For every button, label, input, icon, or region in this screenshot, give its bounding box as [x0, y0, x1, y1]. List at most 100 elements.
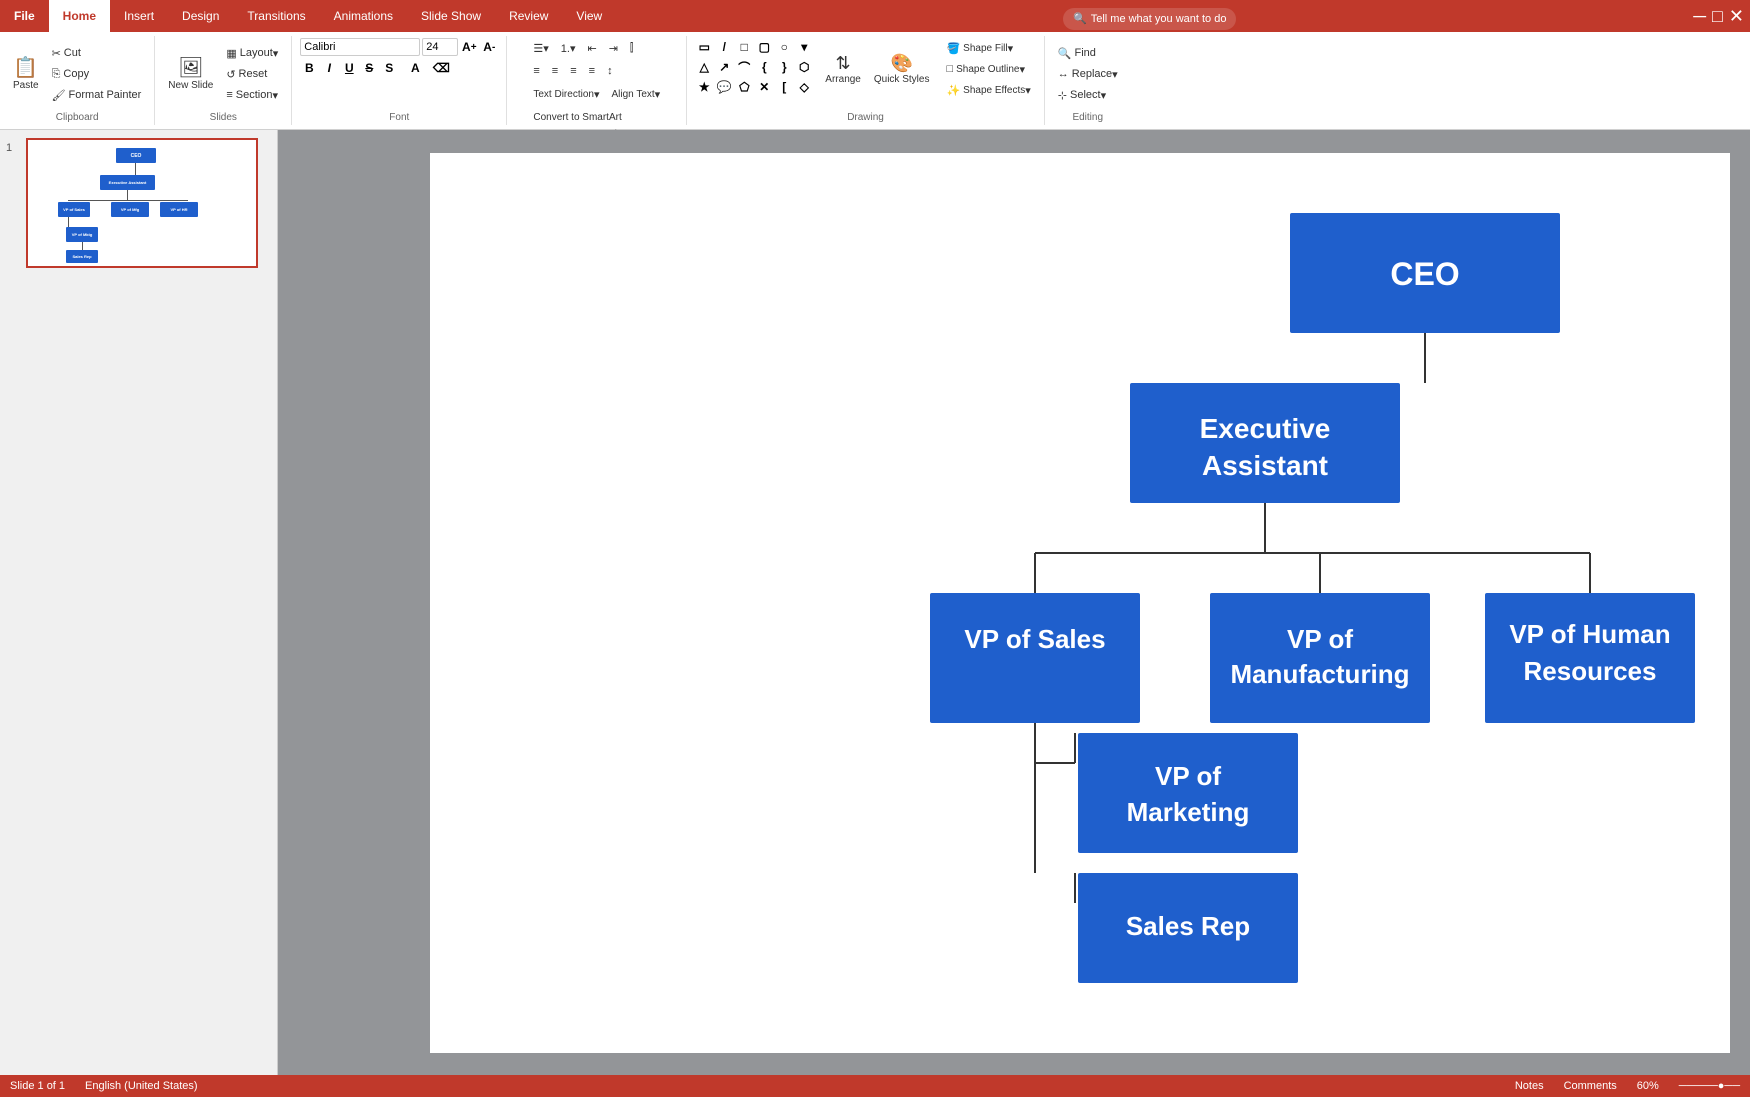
tab-home[interactable]: Home — [49, 0, 110, 32]
tab-slideshow[interactable]: Slide Show — [407, 0, 495, 32]
new-slide-button[interactable]: 🖼 New Slide — [163, 43, 218, 105]
shape-triangle-button[interactable]: △ — [695, 58, 713, 76]
layout-icon: ▦ — [226, 47, 236, 60]
tell-me-bar[interactable]: 🔍 Tell me what you want to do — [1063, 8, 1236, 30]
arrange-icon: ⇅ — [836, 53, 851, 74]
tab-file[interactable]: File — [0, 0, 49, 32]
arrange-button[interactable]: ⇅ Arrange — [820, 38, 866, 100]
font-color-button[interactable]: A — [400, 59, 430, 77]
columns-button[interactable]: ⫿ — [625, 38, 639, 58]
comments-button[interactable]: Comments — [1564, 1080, 1617, 1092]
shape-effects-icon: ✨ — [946, 84, 960, 97]
shape-outline-button[interactable]: □ Shape Outline▾ — [941, 59, 1035, 79]
tab-transitions[interactable]: Transitions — [233, 0, 319, 32]
notes-button[interactable]: Notes — [1515, 1080, 1544, 1092]
format-painter-icon: 🖌 — [52, 89, 66, 102]
slide-thumbnail[interactable]: CEO Executive Assistant VP of Sales VP o… — [26, 138, 258, 268]
reset-button[interactable]: ↺ Reset — [221, 64, 283, 84]
group-paragraph: ☰▾ 1.▾ ⇤ ⇥ ⫿ ≡ ≡ ≡ ≡ ↕ Text Direction▾ — [507, 36, 687, 125]
window-controls: ─ □ ✕ — [1693, 6, 1750, 27]
bullets-button[interactable]: ☰▾ — [528, 38, 553, 58]
svg-text:VP of Human: VP of Human — [1509, 619, 1670, 649]
copy-button[interactable]: ⎘ Copy — [47, 64, 147, 84]
align-left-button[interactable]: ≡ — [528, 61, 544, 81]
slide-number: 1 — [6, 138, 20, 154]
maximize-button[interactable]: □ — [1712, 6, 1723, 27]
shape-x-button[interactable]: ✕ — [755, 78, 773, 96]
ribbon-content: 📋 Paste ✂ Cut ⎘ Copy 🖌 Format Painter — [0, 32, 1750, 130]
svg-text:CEO: CEO — [1390, 256, 1459, 292]
clear-format-button[interactable]: ⌫ — [432, 59, 450, 77]
text-shadow-button[interactable]: S — [380, 59, 398, 77]
tab-review[interactable]: Review — [495, 0, 562, 32]
find-button[interactable]: 🔍 Find — [1053, 43, 1123, 63]
svg-text:VP of: VP of — [1155, 761, 1221, 791]
italic-button[interactable]: I — [320, 59, 338, 77]
shape-more-button[interactable]: ▾ — [795, 38, 813, 56]
find-icon: 🔍 — [1058, 47, 1072, 60]
shape-fill-button[interactable]: 🪣 Shape Fill▾ — [941, 38, 1035, 58]
convert-smartart-button[interactable]: Convert to SmartArt — [528, 107, 626, 127]
increase-font-button[interactable]: A+ — [460, 38, 478, 56]
font-size-input[interactable] — [422, 38, 458, 56]
ribbon-tabs-row: File Home Insert Design Transitions Anim… — [0, 0, 1750, 32]
shape-outline-icon: □ — [946, 63, 953, 75]
svg-text:Executive: Executive — [1200, 413, 1331, 444]
shape-pentagon-button[interactable]: ⬠ — [735, 78, 753, 96]
replace-button[interactable]: ↔ Replace▾ — [1053, 64, 1123, 84]
shape-star-button[interactable]: ★ — [695, 78, 713, 96]
shape-arrow-button[interactable]: ↗ — [715, 58, 733, 76]
shape-diamond-button[interactable]: ◇ — [795, 78, 813, 96]
shape-curve-button[interactable]: ⌒ — [735, 58, 753, 76]
decrease-font-button[interactable]: A- — [480, 38, 498, 56]
shape-callout-button[interactable]: 💬 — [715, 78, 733, 96]
copy-icon: ⎘ — [52, 68, 61, 81]
font-name-input[interactable] — [300, 38, 420, 56]
align-text-button[interactable]: Align Text▾ — [606, 84, 665, 104]
quick-styles-button[interactable]: 🎨 Quick Styles — [869, 38, 935, 100]
paste-button[interactable]: 📋 Paste — [8, 43, 44, 105]
close-button[interactable]: ✕ — [1729, 6, 1744, 27]
decrease-indent-button[interactable]: ⇤ — [582, 38, 601, 58]
shape-oval-button[interactable]: ○ — [775, 38, 793, 56]
justify-button[interactable]: ≡ — [584, 61, 600, 81]
shape-brace2-button[interactable]: } — [775, 58, 793, 76]
shape-rect2-button[interactable]: □ — [735, 38, 753, 56]
tab-design[interactable]: Design — [168, 0, 233, 32]
svg-text:Sales Rep: Sales Rep — [1126, 911, 1250, 941]
cut-button[interactable]: ✂ Cut — [47, 43, 147, 63]
tab-view[interactable]: View — [562, 0, 616, 32]
text-direction-button[interactable]: Text Direction▾ — [528, 84, 604, 104]
strikethrough-button[interactable]: S — [360, 59, 378, 77]
shape-rounded-button[interactable]: ▢ — [755, 38, 773, 56]
minimize-button[interactable]: ─ — [1693, 6, 1706, 27]
mini-vp-sales: VP of Sales — [58, 202, 90, 217]
line-spacing-button[interactable]: ↕ — [602, 61, 618, 81]
section-button[interactable]: ≡ Section ▾ — [221, 85, 283, 105]
underline-button[interactable]: U — [340, 59, 358, 77]
zoom-slider[interactable]: ─────●── — [1679, 1080, 1740, 1092]
format-painter-button[interactable]: 🖌 Format Painter — [47, 85, 147, 105]
ribbon: File Home Insert Design Transitions Anim… — [0, 0, 1750, 130]
align-center-button[interactable]: ≡ — [547, 61, 563, 81]
shape-polygon-button[interactable]: ⬡ — [795, 58, 813, 76]
svg-text:Resources: Resources — [1524, 656, 1657, 686]
mini-org-chart: CEO Executive Assistant VP of Sales VP o… — [28, 140, 256, 266]
shape-rect-button[interactable]: ▭ — [695, 38, 713, 56]
shape-effects-button[interactable]: ✨ Shape Effects▾ — [941, 80, 1035, 100]
language-indicator: English (United States) — [85, 1080, 198, 1092]
bold-button[interactable]: B — [300, 59, 318, 77]
layout-button[interactable]: ▦ Layout ▾ — [221, 43, 283, 63]
align-right-button[interactable]: ≡ — [565, 61, 581, 81]
shape-bracket-button[interactable]: [ — [775, 78, 793, 96]
org-chart-svg: CEO Executive Assistant — [430, 153, 1730, 1053]
tab-insert[interactable]: Insert — [110, 0, 168, 32]
select-button[interactable]: ⊹ Select▾ — [1053, 85, 1123, 105]
shape-line-button[interactable]: / — [715, 38, 733, 56]
tab-animations[interactable]: Animations — [320, 0, 407, 32]
numbering-button[interactable]: 1.▾ — [556, 38, 581, 58]
slide-canvas[interactable]: CEO Executive Assistant — [430, 153, 1730, 1053]
increase-indent-button[interactable]: ⇥ — [604, 38, 623, 58]
mini-exec-assistant: Executive Assistant — [100, 175, 155, 190]
shape-brace-button[interactable]: { — [755, 58, 773, 76]
